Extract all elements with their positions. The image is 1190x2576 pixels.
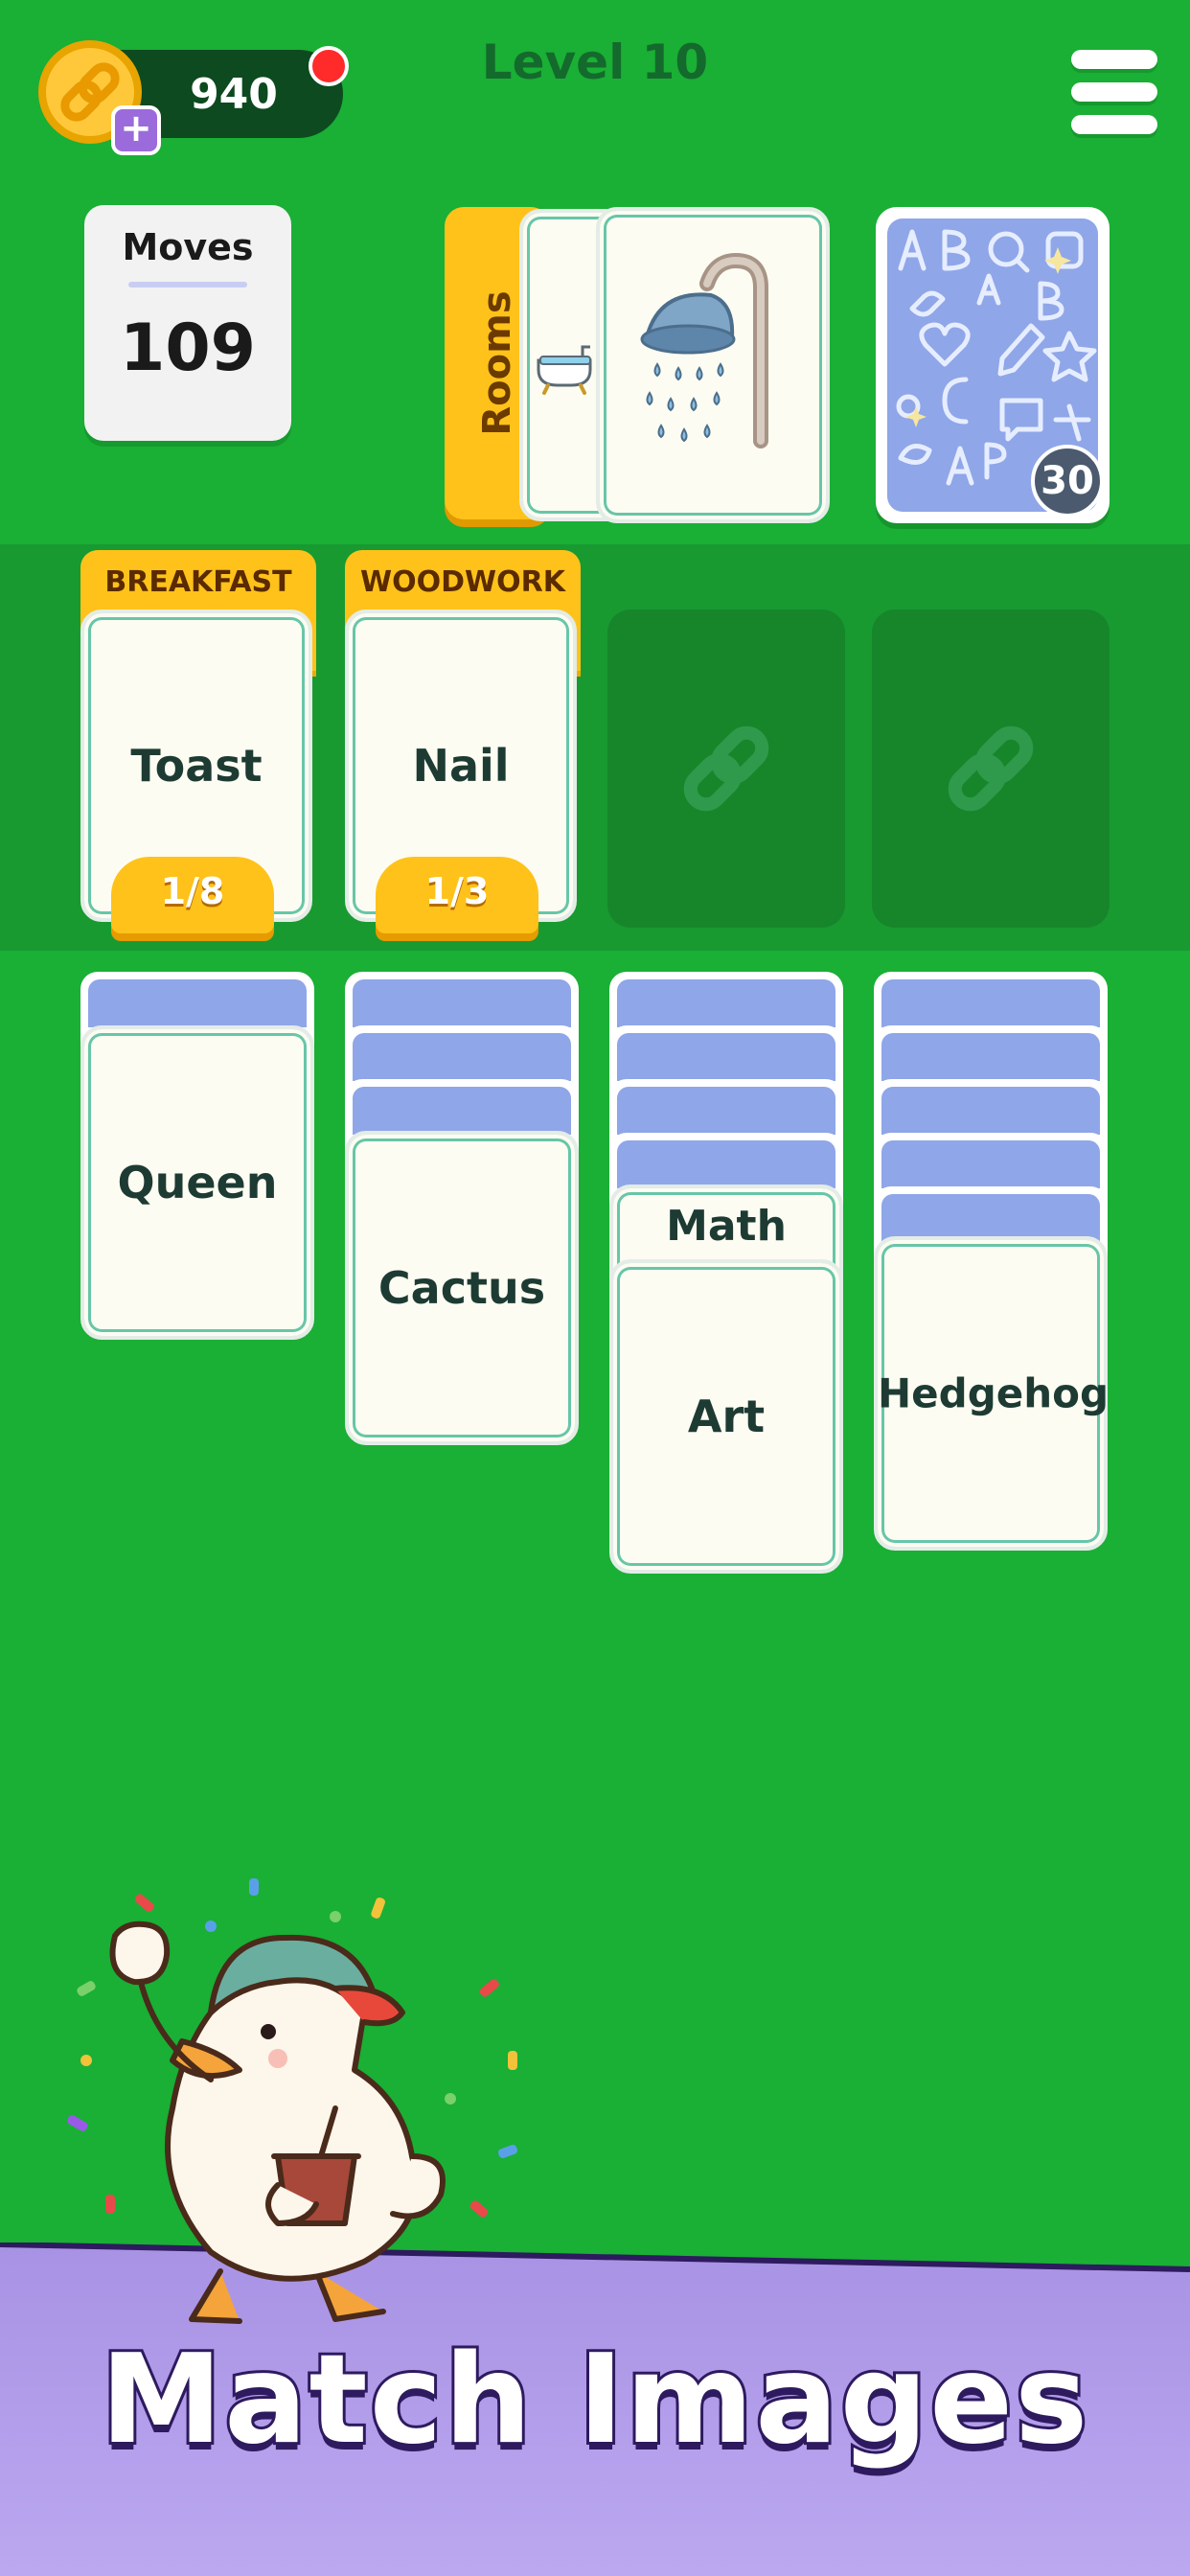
deck-count-badge: 30 [1031,445,1104,518]
card-word: Toast [130,740,263,792]
card-word: Cactus [378,1262,546,1314]
shower-icon [640,252,768,448]
moves-panel: Moves 109 [84,205,291,441]
draw-deck[interactable]: 30 [876,207,1110,523]
empty-foundation-slot[interactable] [872,610,1110,928]
banner-title: Match Images [98,2326,1091,2474]
foundation-category-label: WOODWORK [360,565,565,599]
duck-mascot [67,1878,517,2324]
tableau-card[interactable]: Cactus [345,1131,579,1445]
card-word: Math [666,1202,787,1251]
plus-icon: + [120,106,152,150]
bathtub-icon [537,345,592,395]
foundation-category-label: BREAKFAST [104,565,292,599]
foundation-progress-badge: 1/8 [111,857,274,933]
menu-icon [1071,50,1157,69]
moves-label: Moves [122,226,254,268]
moves-divider [128,282,247,288]
foundation-progress-badge: 1/3 [376,857,538,933]
foundation-progress: 1/8 [160,870,225,912]
add-coins-button[interactable]: + [111,105,161,155]
card-word: Hedgehog [878,1369,1110,1417]
menu-button[interactable] [1071,50,1157,138]
foundation-progress: 1/3 [424,870,490,912]
image-card-shower[interactable] [596,207,830,523]
notification-dot-icon [309,46,349,86]
chain-link-icon [948,725,1034,812]
card-word: Queen [117,1157,278,1208]
tableau-card[interactable]: Queen [80,1025,314,1340]
empty-foundation-slot[interactable] [607,610,845,928]
tableau-card[interactable]: Art [609,1259,843,1574]
card-word: Nail [412,740,510,792]
moves-value: 109 [120,310,256,386]
tableau-card[interactable]: Hedgehog [874,1236,1110,1551]
level-title: Level 10 [481,34,709,90]
card-word: Art [687,1391,766,1442]
chain-link-icon [683,725,769,812]
category-label: Rooms [475,290,519,436]
